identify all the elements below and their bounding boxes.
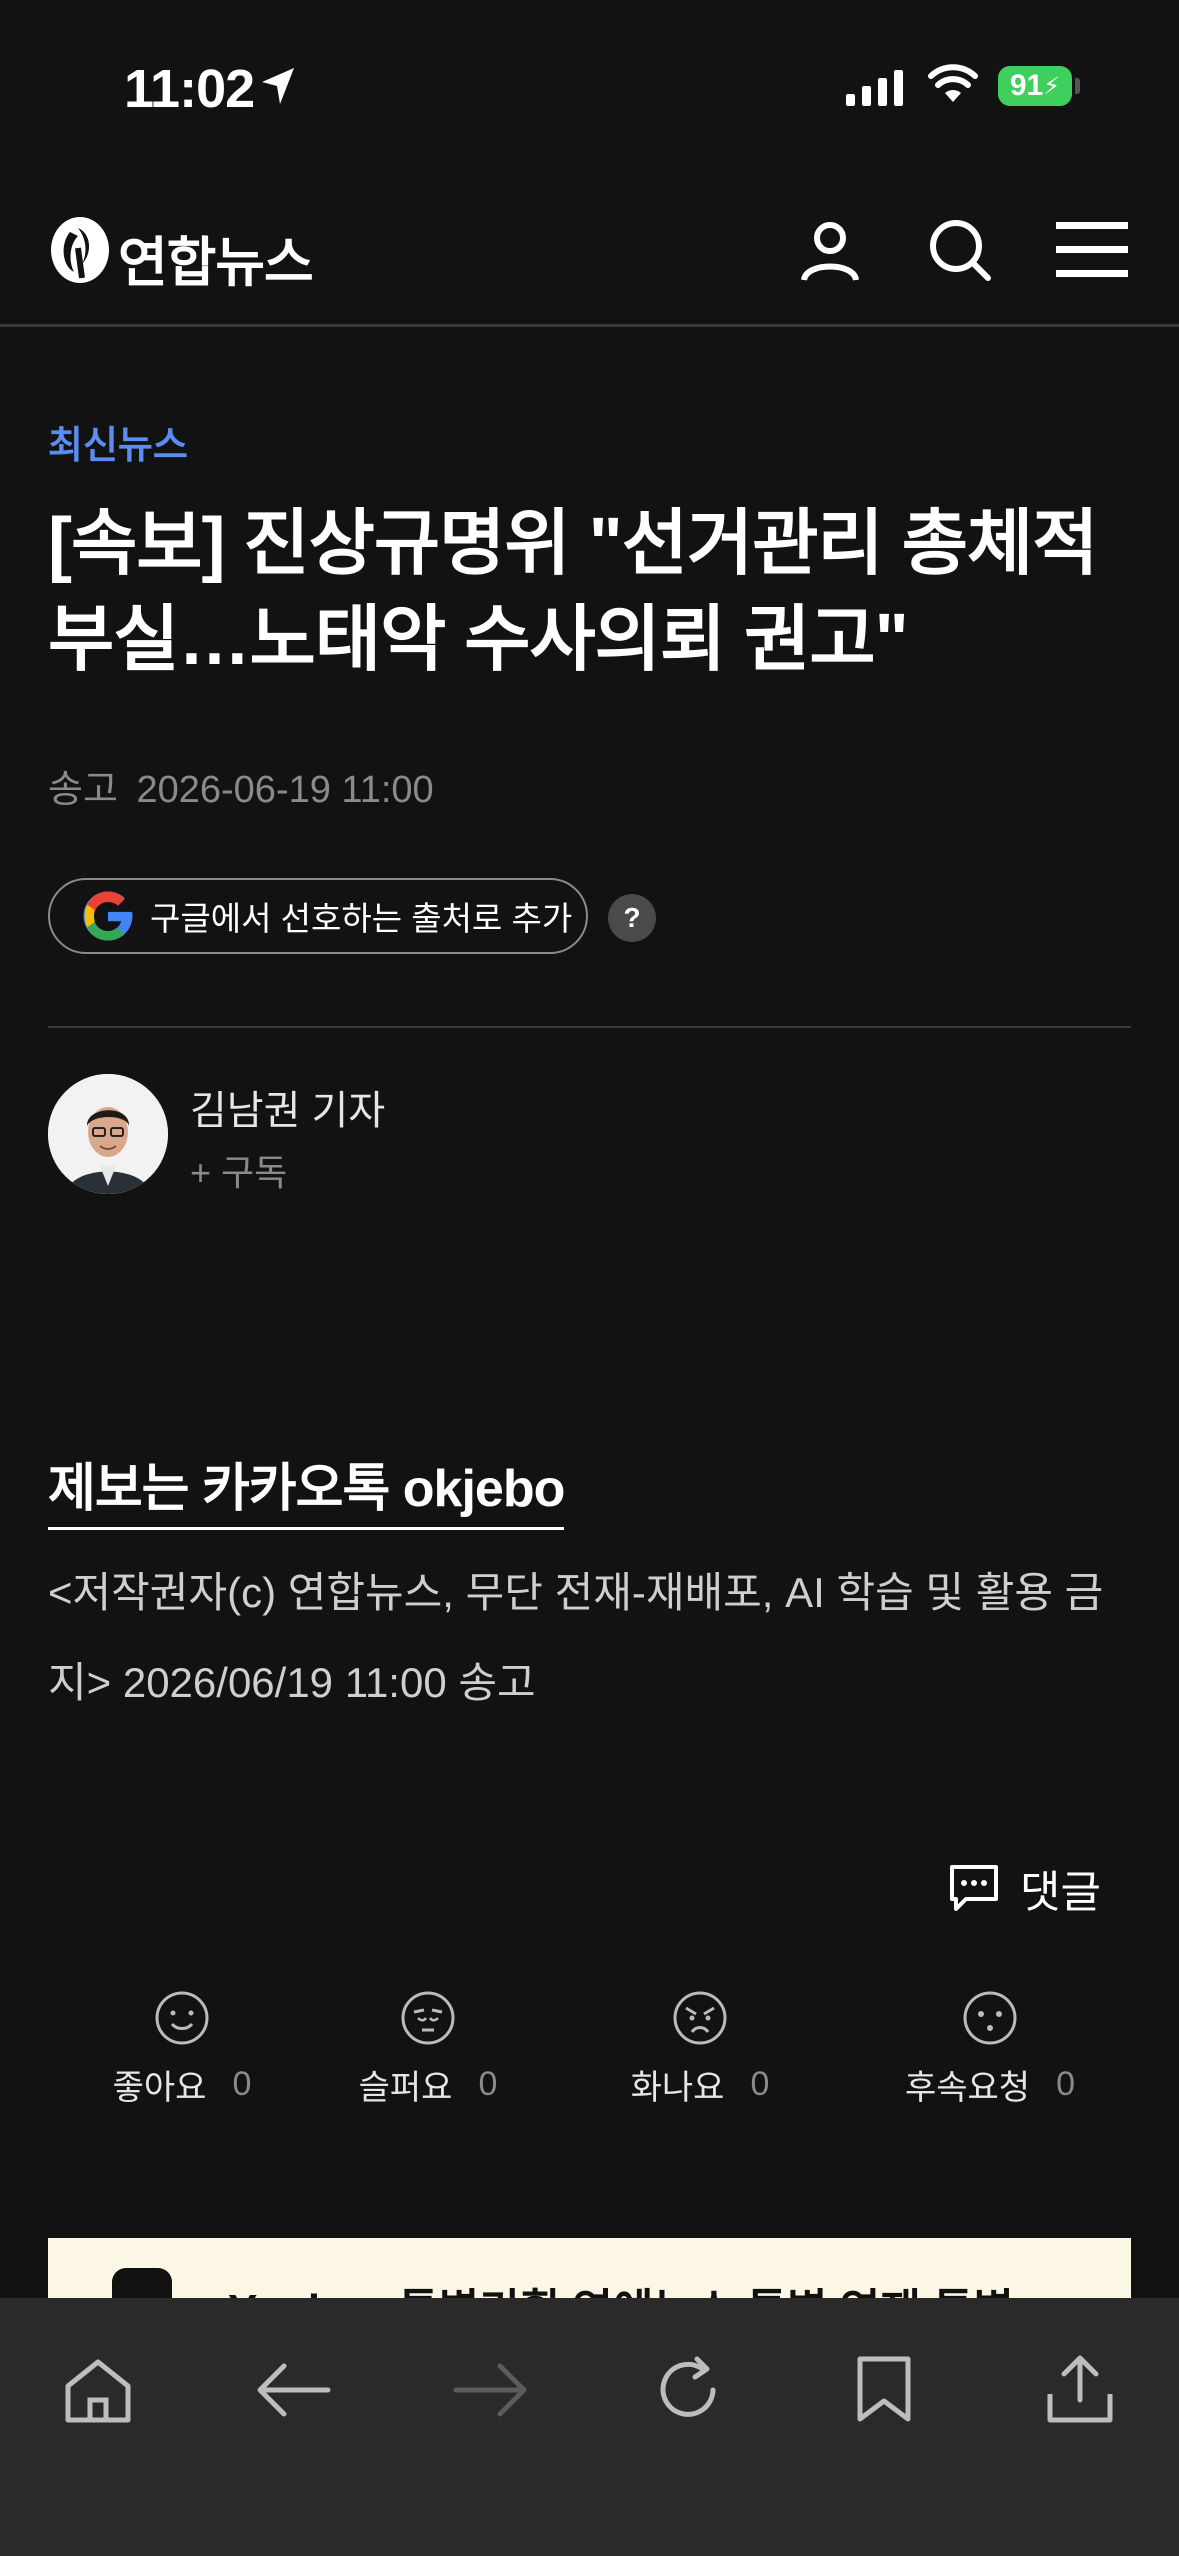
reaction-sad-button[interactable]: 슬퍼요 0 bbox=[318, 1990, 538, 2109]
cellular-signal-icon bbox=[846, 70, 903, 106]
copyright-notice: <저작권자(c) 연합뉴스, 무단 전재-재배포, AI 학습 및 활용 금지>… bbox=[48, 1569, 1104, 1706]
google-preferred-source-button[interactable]: 구글에서 선호하는 출처로 추가 bbox=[48, 878, 588, 954]
menu-button[interactable] bbox=[1056, 214, 1128, 286]
charging-bolt-icon: ⚡ bbox=[1043, 72, 1061, 100]
ad-banner[interactable]: Yonhap 특별기획 연예뉴스 특별 연재 특별 bbox=[48, 2238, 1131, 2298]
share-icon bbox=[1047, 2355, 1113, 2423]
reaction-angry-button[interactable]: 화나요 0 bbox=[590, 1990, 810, 2109]
location-arrow-icon bbox=[262, 68, 294, 104]
battery-indicator: 91 ⚡ bbox=[998, 66, 1072, 106]
section-divider bbox=[48, 1026, 1131, 1028]
sent-time: 2026-06-19 11:00 bbox=[136, 769, 434, 811]
home-button[interactable] bbox=[48, 2340, 148, 2440]
bookmark-icon bbox=[857, 2356, 911, 2422]
menu-icon bbox=[1056, 222, 1128, 277]
search-icon bbox=[930, 220, 991, 281]
angry-face-icon bbox=[673, 1991, 727, 2045]
header-divider bbox=[0, 324, 1179, 327]
reload-icon bbox=[660, 2356, 716, 2417]
comment-icon bbox=[950, 1865, 998, 1911]
home-icon bbox=[65, 2359, 131, 2423]
google-button-label: 구글에서 선호하는 출처로 추가 bbox=[150, 900, 573, 937]
google-icon bbox=[83, 891, 133, 941]
user-button[interactable] bbox=[794, 214, 866, 286]
back-button[interactable] bbox=[244, 2340, 344, 2440]
smile-face-icon bbox=[155, 1991, 209, 2045]
sad-face-icon bbox=[401, 1991, 455, 2045]
reaction-label: 후속요청 bbox=[904, 2069, 1031, 2107]
comment-label: 댓글 bbox=[1020, 1868, 1101, 1917]
search-button[interactable] bbox=[924, 214, 996, 286]
status-time: 11:02 bbox=[124, 59, 255, 119]
publish-info: 송고 2026-06-19 11:00 bbox=[48, 758, 434, 813]
reload-button[interactable] bbox=[638, 2340, 738, 2440]
comment-button[interactable]: 댓글 bbox=[948, 1856, 1101, 1920]
help-button[interactable]: ? bbox=[608, 894, 656, 942]
battery-level: 91 bbox=[1009, 69, 1044, 102]
reaction-label: 슬퍼요 bbox=[358, 2069, 453, 2107]
share-button[interactable] bbox=[1030, 2340, 1130, 2440]
logo-text[interactable]: 연합뉴스 bbox=[118, 218, 314, 297]
browser-toolbar bbox=[0, 2298, 1179, 2556]
subscribe-button[interactable]: + 구독 bbox=[190, 1144, 287, 1196]
reaction-count: 0 bbox=[1056, 2065, 1076, 2103]
curious-face-icon bbox=[963, 1991, 1017, 2045]
kakao-tip-link[interactable]: 제보는 카카오톡 okjebo bbox=[48, 1446, 565, 1530]
forward-arrow-icon bbox=[453, 2363, 527, 2417]
reaction-label: 화나요 bbox=[630, 2069, 725, 2107]
sent-label: 송고 bbox=[48, 769, 118, 811]
category-link[interactable]: 최신뉴스 bbox=[48, 414, 188, 469]
bookmark-button[interactable] bbox=[834, 2340, 934, 2440]
article-headline: [속보] 진상규명위 "선거관리 총체적 부실…노태악 수사의뢰 권고" bbox=[48, 504, 1098, 680]
reaction-like-button[interactable]: 좋아요 0 bbox=[72, 1990, 292, 2109]
forward-button[interactable] bbox=[440, 2340, 540, 2440]
back-arrow-icon bbox=[257, 2363, 331, 2417]
reporter-avatar[interactable] bbox=[48, 1074, 168, 1194]
reaction-count: 0 bbox=[478, 2065, 498, 2103]
reporter-photo bbox=[48, 1074, 168, 1194]
reporter-name[interactable]: 김남권 기자 bbox=[190, 1078, 385, 1136]
ad-icon bbox=[112, 2268, 172, 2298]
battery-nub bbox=[1075, 78, 1080, 94]
yonhap-logo-icon[interactable] bbox=[48, 214, 112, 286]
reaction-count: 0 bbox=[750, 2065, 770, 2103]
ad-text: Yonhap 특별기획 연예뉴스 특별 연재 특별 bbox=[228, 2274, 1014, 2298]
reaction-label: 좋아요 bbox=[112, 2069, 207, 2107]
wifi-icon bbox=[928, 64, 978, 102]
reaction-count: 0 bbox=[232, 2065, 252, 2103]
user-icon bbox=[801, 222, 859, 282]
reaction-follow-up-button[interactable]: 후속요청 0 bbox=[880, 1990, 1100, 2109]
